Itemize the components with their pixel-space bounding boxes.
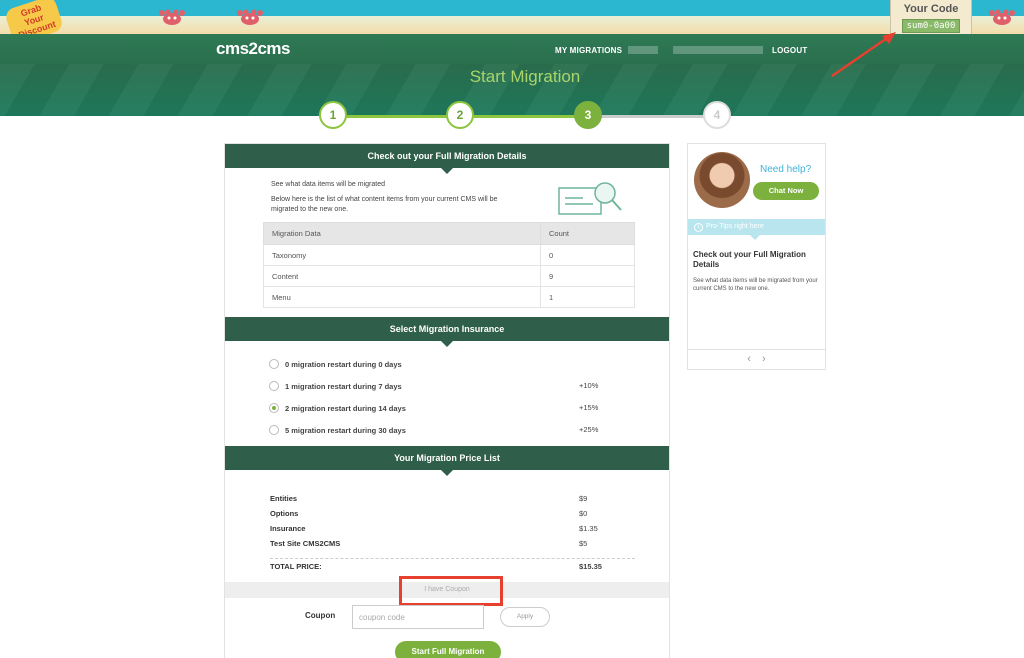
price-label: Insurance (270, 524, 306, 533)
price-label: Entities (270, 494, 298, 503)
need-help-text: Need help? (760, 164, 812, 175)
crab-icon (989, 9, 1015, 25)
help-panel: Need help? Chat Now i Pro-Tips right here… (687, 143, 826, 370)
info-icon: i (694, 223, 703, 232)
table-cell: 9 (540, 265, 635, 287)
insurance-option-label: 5 migration restart during 30 days (285, 426, 406, 435)
step-2[interactable]: 2 (446, 101, 474, 129)
insurance-option-label: 2 migration restart during 14 days (285, 404, 406, 413)
price-label: Options (270, 509, 299, 518)
insurance-option-price: +25% (579, 425, 599, 434)
crab-icon (237, 9, 263, 25)
insurance-option[interactable]: 2 migration restart during 14 days (269, 403, 406, 413)
total-label: TOTAL PRICE: (270, 562, 322, 571)
insurance-option-price: +10% (579, 381, 599, 390)
total-value: $15.35 (579, 562, 602, 571)
crab-icon (159, 9, 185, 25)
radio-button[interactable] (269, 425, 279, 435)
table-cell: 1 (540, 286, 635, 308)
details-intro-title: See what data items will be migrated (271, 181, 385, 188)
radio-button-selected[interactable] (269, 403, 279, 413)
discount-code-box[interactable]: Your Code sum0-0a00 (890, 0, 972, 34)
details-heading: Check out your Full Migration Details (225, 144, 669, 174)
table-cell: Menu (263, 286, 541, 308)
nav-my-migrations[interactable]: MY MIGRATIONS (555, 46, 622, 55)
price-value: $5 (579, 539, 588, 548)
insurance-option-label: 1 migration restart during 7 days (285, 382, 402, 391)
table-header: Migration Data (263, 222, 541, 245)
price-value: $0 (579, 509, 588, 518)
progress-line (333, 115, 717, 118)
nav-redacted[interactable] (628, 46, 658, 54)
support-avatar (694, 152, 750, 208)
pro-tips-label: Pro-Tips right here (706, 223, 764, 230)
divider (270, 558, 635, 559)
details-intro-text: Below here is the list of what content i… (271, 196, 498, 213)
table-cell: Content (263, 265, 541, 287)
coupon-input[interactable] (352, 605, 484, 629)
pricelist-heading: Your Migration Price List (225, 446, 669, 476)
promo-banner[interactable]: Grab Your Discount Your Code sum0-0a00 (0, 0, 1024, 34)
start-migration-button[interactable]: Start Full Migration (395, 641, 501, 658)
table-cell: 0 (540, 244, 635, 266)
price-value: $1.35 (579, 524, 598, 533)
tip-pager: ‹ › (688, 349, 825, 369)
table-row: Content 9 (263, 265, 635, 287)
insurance-option-price: +15% (579, 403, 599, 412)
chevron-left-icon[interactable]: ‹ (747, 353, 751, 365)
insurance-option[interactable]: 0 migration restart during 0 days (269, 359, 402, 369)
brand-logo[interactable]: cms2cms (216, 39, 291, 59)
chat-now-button[interactable]: Chat Now (753, 182, 819, 200)
nav-logout[interactable]: LOGOUT (772, 46, 807, 55)
insurance-option-label: 0 migration restart during 0 days (285, 360, 402, 369)
table-row: Menu 1 (263, 286, 635, 308)
discount-code[interactable]: sum0-0a00 (901, 19, 961, 33)
code-title: Your Code (903, 3, 959, 15)
migration-data-table: Migration Data Count Taxonomy 0 Content … (263, 222, 635, 308)
chevron-right-icon[interactable]: › (762, 353, 766, 365)
table-header: Count (540, 222, 635, 245)
step-1[interactable]: 1 (319, 101, 347, 129)
tip-title: Check out your Full Migration Details (693, 250, 806, 269)
price-label: Test Site CMS2CMS (270, 539, 341, 548)
pro-tips-bar: i Pro-Tips right here (688, 219, 825, 240)
step-3[interactable]: 3 (574, 101, 602, 129)
insurance-option[interactable]: 5 migration restart during 30 days (269, 425, 406, 435)
apply-button[interactable]: Apply (500, 607, 550, 627)
insurance-option[interactable]: 1 migration restart during 7 days (269, 381, 402, 391)
insurance-heading: Select Migration Insurance (225, 317, 669, 347)
table-cell: Taxonomy (263, 244, 541, 266)
radio-button[interactable] (269, 359, 279, 369)
page-title: Start Migration (469, 67, 581, 86)
tip-text: See what data items will be migrated fro… (693, 278, 818, 292)
radio-button[interactable] (269, 381, 279, 391)
price-value: $9 (579, 494, 588, 503)
nav-redacted[interactable] (673, 46, 763, 54)
brand-text: cms2cms (216, 39, 291, 58)
table-row: Taxonomy 0 (263, 244, 635, 266)
document-search-icon (558, 182, 622, 215)
step-4: 4 (703, 101, 731, 129)
coupon-label: Coupon (305, 611, 336, 620)
migration-card: Check out your Full Migration Details Se… (224, 143, 670, 658)
coupon-highlight-box (399, 576, 503, 606)
discount-badge[interactable]: Grab Your Discount (3, 0, 65, 34)
